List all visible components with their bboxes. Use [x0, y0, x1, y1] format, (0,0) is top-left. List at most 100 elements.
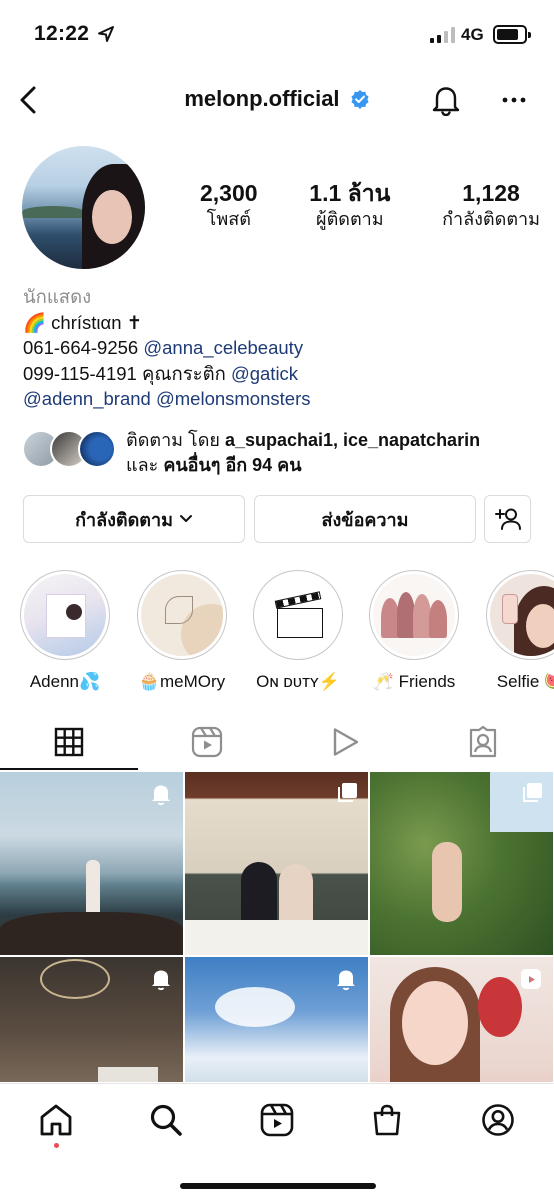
tagged-icon [469, 726, 497, 758]
highlight-label: 🥂 Friends [372, 672, 456, 691]
highlight-friends[interactable]: 🥂 Friends [356, 570, 472, 692]
highlight-label: Selfie 🍉 [496, 672, 554, 691]
stat-posts[interactable]: 2,300 โพสต์ [200, 180, 258, 232]
posts-grid [0, 772, 554, 1082]
notification-bell-badge-icon [152, 785, 170, 806]
message-button-label: ส่งข้อความ [321, 509, 409, 530]
post-thumbnail[interactable] [185, 772, 368, 955]
suggested-users-button[interactable] [484, 495, 531, 543]
nav-shop[interactable] [357, 1098, 417, 1142]
mutual-follower-avatars [22, 430, 118, 470]
profile-avatar[interactable] [22, 146, 145, 269]
followed-by-section[interactable]: ติดตาม โดย a_supachai1, ice_napatcharin … [22, 428, 542, 478]
profile-content-tabs [0, 714, 554, 770]
tab-tagged[interactable] [414, 714, 552, 770]
highlight-on-duty[interactable]: Oɴ ᴅᴜᴛʏ⚡️ [240, 570, 356, 692]
search-icon [150, 1104, 182, 1136]
active-tab-indicator [0, 768, 138, 770]
following-button-label: กำลังติดตาม [75, 509, 173, 530]
story-highlights: Adenn💦 🧁meMOry Oɴ ᴅᴜᴛʏ⚡️ 🥂 Friends Selfi [0, 570, 554, 692]
notification-bell-badge-icon [152, 970, 170, 991]
tab-videos[interactable] [276, 714, 414, 770]
status-time: 12:22 [34, 22, 90, 45]
grid-icon [54, 727, 84, 757]
tab-reels[interactable] [138, 714, 276, 770]
highlight-label: 🧁meMOry [138, 672, 226, 691]
reels-icon [191, 726, 223, 758]
home-notification-dot [54, 1143, 59, 1148]
highlight-cover [257, 574, 339, 656]
location-arrow-icon [98, 26, 114, 42]
post-thumbnail[interactable] [0, 772, 183, 955]
followed-by-others: คนอื่นๆ อีก 94 คน [163, 455, 302, 475]
bell-icon [432, 87, 460, 116]
multiple-photos-icon [523, 783, 542, 802]
followed-by-text: ติดตาม โดย a_supachai1, ice_napatcharin … [126, 428, 480, 478]
highlight-label: Oɴ ᴅᴜᴛʏ⚡️ [256, 672, 340, 691]
add-person-icon [494, 508, 521, 530]
followed-by-and: และ [126, 455, 164, 475]
video-play-icon [333, 728, 359, 756]
highlight-adenn[interactable]: Adenn💦 [7, 570, 123, 692]
reels-icon [260, 1103, 294, 1137]
highlight-ring [486, 570, 554, 660]
highlight-ring [253, 570, 343, 660]
profile-header: melonp.official [0, 72, 554, 128]
bio-phone-2: 099-115-4191 คุณกระติก [23, 362, 231, 384]
nav-profile[interactable] [468, 1098, 528, 1142]
profile-action-buttons: กำลังติดตาม ส่งข้อความ [23, 495, 531, 543]
shop-icon [373, 1104, 401, 1136]
profile-icon [482, 1104, 514, 1136]
avatar-photo-face [92, 190, 132, 244]
mention-link[interactable]: @gatick [231, 363, 298, 384]
notification-bell-badge-icon [337, 970, 355, 991]
highlight-cover [490, 574, 554, 656]
stat-following-label: กำลังติดตาม [442, 209, 540, 229]
stat-followers[interactable]: 1.1 ล้าน ผู้ติดตาม [309, 180, 390, 232]
home-indicator-bar [180, 1183, 376, 1189]
mention-link[interactable]: @adenn_brand [23, 388, 151, 409]
more-dots-icon [502, 97, 526, 103]
followed-by-prefix: ติดตาม โดย [126, 430, 225, 450]
profile-stats: 2,300 โพสต์ 1.1 ล้าน ผู้ติดตาม 1,128 กำล… [200, 180, 540, 232]
bottom-navigation [0, 1083, 554, 1200]
nav-search[interactable] [136, 1098, 196, 1142]
highlight-selfie[interactable]: Selfie 🍉 [473, 570, 554, 692]
avatar-photo-island [22, 206, 84, 218]
post-thumbnail[interactable] [370, 957, 553, 1082]
message-button[interactable]: ส่งข้อความ [254, 495, 476, 543]
stat-followers-value: 1.1 ล้าน [309, 180, 391, 206]
profile-username-title: melonp.official [0, 86, 554, 112]
cellular-signal-icon [430, 27, 455, 43]
notifications-button[interactable] [428, 80, 464, 120]
followed-by-names: a_supachai1, ice_napatcharin [224, 430, 481, 450]
following-button[interactable]: กำลังติดตาม [23, 495, 245, 543]
highlight-label: Adenn💦 [29, 672, 101, 691]
bio-category: นักแสดง [23, 286, 92, 307]
network-type: 4G [461, 25, 484, 44]
highlight-cover [373, 574, 455, 656]
post-thumbnail[interactable] [0, 957, 183, 1082]
profile-bio: นักแสดง 🌈 chrístιαn ✝ 061-664-9256 @anna… [23, 284, 543, 412]
highlight-memory[interactable]: 🧁meMOry [124, 570, 240, 692]
tab-posts-grid[interactable] [0, 714, 138, 770]
username: melonp.official [184, 86, 340, 111]
mutual-avatar [78, 430, 116, 468]
verified-badge-icon [351, 90, 369, 109]
post-thumbnail[interactable] [185, 957, 368, 1082]
mention-link[interactable]: @anna_celebeauty [143, 337, 303, 358]
bio-line-2: 099-115-4191 คุณกระติก @gatick [23, 361, 543, 387]
stat-followers-label: ผู้ติดตาม [316, 209, 384, 229]
highlight-ring [20, 570, 110, 660]
stat-following[interactable]: 1,128 กำลังติดตาม [442, 180, 540, 232]
mention-link[interactable]: @melonsmonsters [156, 388, 311, 409]
multiple-photos-icon [338, 783, 357, 802]
post-thumbnail[interactable] [370, 772, 553, 955]
nav-reels[interactable] [247, 1098, 307, 1142]
status-bar: 12:22 4G [0, 0, 554, 70]
battery-icon [493, 25, 531, 44]
bio-line-1: 061-664-9256 @anna_celebeauty [23, 335, 543, 361]
nav-home[interactable] [26, 1098, 86, 1142]
highlight-cover [24, 574, 106, 656]
more-options-button[interactable] [496, 80, 532, 120]
